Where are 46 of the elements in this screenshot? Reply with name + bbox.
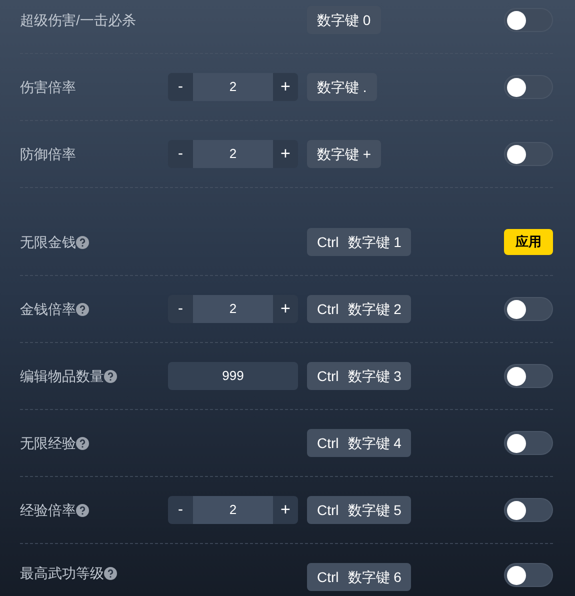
decrement-button[interactable]: - [168,295,193,323]
value-field[interactable]: 2 [193,73,273,101]
help-icon[interactable] [104,370,117,382]
increment-button[interactable]: + [273,140,298,168]
toggle-switch[interactable] [504,364,553,388]
option-label: 防御倍率 [20,144,76,164]
option-label: 超级伤害/一击必杀 [20,10,136,30]
increment-button[interactable]: + [273,295,298,323]
help-icon[interactable] [104,567,117,580]
toggle-switch[interactable] [504,75,553,99]
apply-button[interactable]: 应用 [504,229,553,255]
option-label: 金钱倍率 [20,300,76,318]
toggle-switch[interactable] [504,498,553,522]
hotkey-chip: Ctrl 数字键 3 [307,362,412,390]
hotkey-chip: Ctrl 数字键 6 [307,563,412,591]
hotkey-chip: 数字键 . [307,73,377,101]
help-icon[interactable] [76,504,89,516]
hotkey-chip: Ctrl 数字键 2 [307,295,412,323]
quantity-field[interactable]: 999 [168,362,298,390]
increment-button[interactable]: + [273,496,298,524]
toggle-switch[interactable] [504,297,553,321]
decrement-button[interactable]: - [168,496,193,524]
hotkey-chip: Ctrl 数字键 1 [307,228,412,256]
option-label: 伤害倍率 [20,78,76,96]
help-icon[interactable] [76,236,89,248]
hotkey-chip: Ctrl 数字键 4 [307,429,412,457]
increment-button[interactable]: + [273,73,298,101]
help-icon[interactable] [76,436,89,450]
value-field[interactable]: 2 [193,496,273,524]
hotkey-chip: 数字键 + [307,140,382,168]
toggle-switch[interactable] [504,431,553,455]
hotkey-chip: Ctrl 数字键 5 [307,496,412,524]
option-label: 无限金钱 [20,232,76,252]
option-label: 最高武功等级 [20,564,104,583]
value-field[interactable]: 2 [193,140,273,168]
toggle-switch[interactable] [504,563,553,587]
toggle-switch[interactable] [504,8,553,32]
decrement-button[interactable]: - [168,73,193,101]
option-label: 经验倍率 [20,500,76,520]
toggle-switch[interactable] [504,142,553,166]
hotkey-chip: 数字键 0 [307,6,381,34]
option-label: 编辑物品数量 [20,366,104,386]
decrement-button[interactable]: - [168,140,193,168]
help-icon[interactable] [76,302,89,316]
value-field[interactable]: 2 [193,295,273,323]
option-label: 无限经验 [20,434,76,452]
